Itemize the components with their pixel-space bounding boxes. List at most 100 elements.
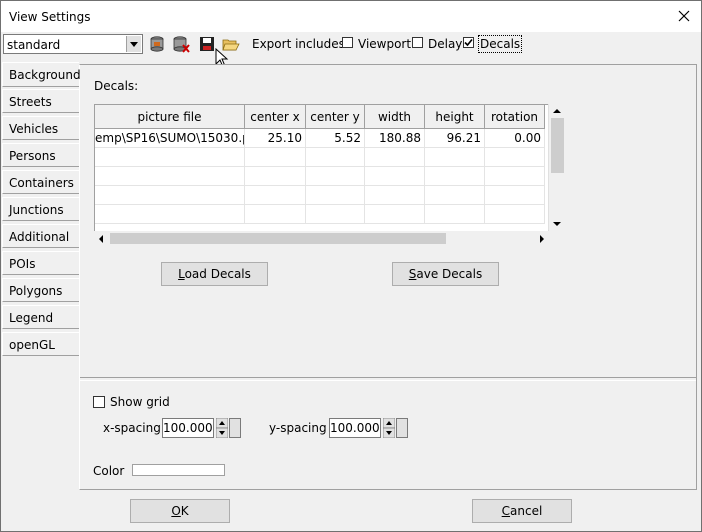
scroll-down-icon[interactable]	[552, 220, 562, 228]
tab-junctions[interactable]: Junctions	[2, 197, 79, 221]
decals-checkbox[interactable]	[463, 37, 474, 48]
decals-table[interactable]: picture file center x center y width height r…	[94, 104, 566, 232]
preset-value: standard	[7, 38, 61, 52]
tab-label: Legend	[9, 311, 54, 325]
table-cell[interactable]	[245, 167, 306, 186]
table-cell[interactable]: emp\SP16\SUMO\15030.png	[95, 129, 245, 148]
tab-label: Containers	[9, 176, 74, 190]
scroll-right-icon[interactable]	[538, 234, 546, 244]
window-title: View Settings	[9, 10, 91, 24]
table-cell[interactable]	[306, 186, 365, 205]
table-cell[interactable]	[245, 148, 306, 167]
table-cell[interactable]: 25.10	[245, 129, 306, 148]
delay-checkbox[interactable]	[412, 37, 423, 48]
horizontal-scroll-thumb[interactable]	[110, 233, 446, 244]
y-spacing-stepper-icon[interactable]	[383, 418, 395, 438]
tab-label: Persons	[9, 149, 56, 163]
color-picker[interactable]	[132, 464, 225, 476]
cancel-label: Cancel	[501, 504, 543, 518]
show-grid-label: Show grid	[110, 395, 170, 409]
table-cell[interactable]	[485, 148, 545, 167]
column-header[interactable]: height	[425, 105, 485, 129]
tab-persons[interactable]: Persons	[2, 143, 79, 167]
table-cell[interactable]	[365, 167, 425, 186]
checkmark-icon	[464, 38, 473, 47]
tab-vehicles[interactable]: Vehicles	[2, 116, 79, 140]
chevron-down-icon[interactable]	[126, 36, 141, 52]
tab-streets[interactable]: Streets	[2, 89, 79, 113]
cancel-button[interactable]: Cancel	[472, 499, 572, 523]
table-cell[interactable]	[365, 148, 425, 167]
x-spacing-reset-button[interactable]	[229, 418, 241, 438]
column-header[interactable]: rotation	[485, 105, 545, 129]
show-grid-checkbox[interactable]	[93, 396, 105, 408]
decals-section-label: Decals:	[94, 79, 139, 93]
ok-button[interactable]: OK	[130, 499, 230, 523]
table-cell[interactable]	[95, 186, 245, 205]
table-cell[interactable]	[485, 167, 545, 186]
vertical-scrollbar[interactable]	[548, 104, 566, 232]
tab-label: Vehicles	[9, 122, 59, 136]
table-cell[interactable]: 180.88	[365, 129, 425, 148]
export-includes-label: Export includes:	[252, 37, 349, 51]
color-label: Color	[93, 464, 125, 478]
tab-label: Additional	[9, 230, 70, 244]
column-header[interactable]: center x	[245, 105, 306, 129]
tab-label: Background	[9, 68, 81, 82]
table-cell[interactable]	[95, 205, 245, 224]
x-spacing-input[interactable]: 100.000	[162, 418, 214, 438]
save-icon[interactable]	[198, 35, 216, 53]
save-decals-label: Save Decals	[408, 267, 483, 281]
scroll-up-icon[interactable]	[552, 107, 562, 115]
tab-label: openGL	[9, 338, 55, 352]
table-cell[interactable]	[365, 186, 425, 205]
close-icon[interactable]	[677, 9, 691, 23]
load-decals-button[interactable]: Load Decals	[161, 262, 268, 286]
table-cell[interactable]	[425, 186, 485, 205]
delay-label: Delay	[428, 37, 463, 51]
tab-pois[interactable]: POIs	[2, 251, 79, 275]
preset-select[interactable]: standard	[3, 34, 143, 54]
table-cell[interactable]: 96.21	[425, 129, 485, 148]
table-cell[interactable]: 0.00	[485, 129, 545, 148]
ok-label: OK	[171, 504, 189, 518]
table-cell[interactable]	[425, 148, 485, 167]
tab-background[interactable]: Background	[2, 62, 81, 87]
table-cell[interactable]	[306, 205, 365, 224]
column-header[interactable]: center y	[306, 105, 365, 129]
save-decals-button[interactable]: Save Decals	[392, 262, 499, 286]
tab-additional[interactable]: Additional	[2, 224, 79, 248]
viewport-checkbox[interactable]	[342, 37, 353, 48]
x-spacing-stepper-icon[interactable]	[216, 418, 228, 438]
table-cell[interactable]	[95, 148, 245, 167]
table-cell[interactable]: 5.52	[306, 129, 365, 148]
scroll-left-icon[interactable]	[97, 234, 105, 244]
table-cell[interactable]	[306, 148, 365, 167]
import-database-icon[interactable]	[148, 35, 166, 53]
y-spacing-input[interactable]: 100.000	[329, 418, 381, 438]
table-cell[interactable]	[485, 205, 545, 224]
decals-label: Decals	[478, 35, 523, 53]
section-divider	[80, 377, 696, 381]
title-bar: View Settings	[1, 1, 701, 32]
delete-database-icon[interactable]	[172, 35, 190, 53]
horizontal-scrollbar[interactable]	[94, 231, 549, 246]
tab-opengl[interactable]: openGL	[2, 332, 79, 356]
y-spacing-reset-button[interactable]	[396, 418, 408, 438]
viewport-label: Viewport	[358, 37, 412, 51]
tab-containers[interactable]: Containers	[2, 170, 79, 194]
table-cell[interactable]	[306, 167, 365, 186]
tab-polygons[interactable]: Polygons	[2, 278, 79, 302]
column-header[interactable]: width	[365, 105, 425, 129]
table-cell[interactable]	[425, 167, 485, 186]
table-cell[interactable]	[425, 205, 485, 224]
tab-legend[interactable]: Legend	[2, 305, 79, 329]
column-header[interactable]: picture file	[95, 105, 245, 129]
table-cell[interactable]	[95, 167, 245, 186]
table-cell[interactable]	[365, 205, 425, 224]
tab-label: Polygons	[9, 284, 63, 298]
table-cell[interactable]	[245, 186, 306, 205]
table-cell[interactable]	[485, 186, 545, 205]
table-cell[interactable]	[245, 205, 306, 224]
vertical-scroll-thumb[interactable]	[551, 118, 564, 173]
